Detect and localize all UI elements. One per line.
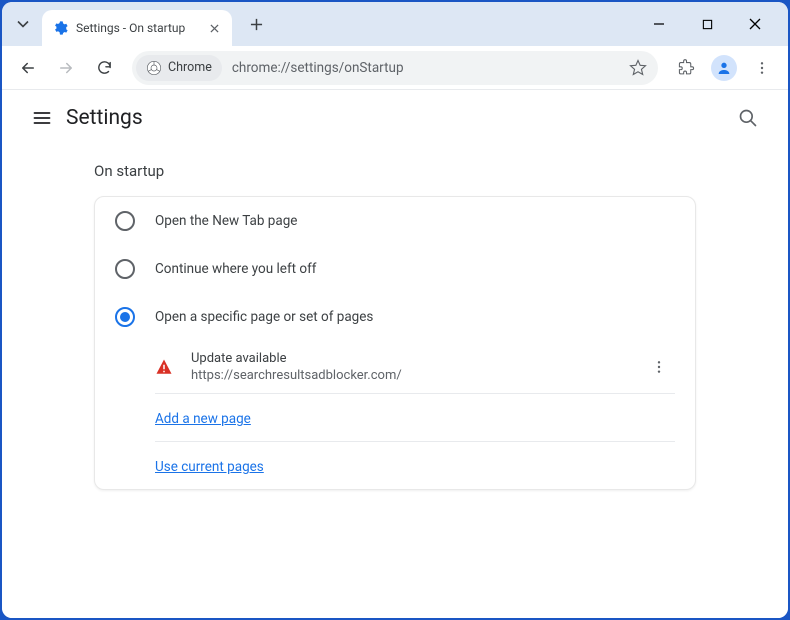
tab-close-button[interactable] — [206, 20, 222, 36]
site-chip-label: Chrome — [168, 60, 212, 75]
minimize-icon — [653, 18, 665, 30]
radio-icon — [115, 211, 135, 231]
startup-page-entry: Update available https://searchresultsad… — [95, 341, 695, 393]
plus-icon — [250, 18, 263, 31]
search-icon — [738, 108, 758, 128]
radio-icon — [115, 307, 135, 327]
profile-button[interactable] — [708, 52, 740, 84]
settings-content: On startup Open the New Tab page Continu… — [2, 146, 788, 618]
menu-button[interactable] — [22, 98, 62, 138]
new-tab-button[interactable] — [242, 10, 270, 38]
window-controls — [644, 9, 780, 39]
option-label: Open a specific page or set of pages — [155, 309, 373, 325]
use-current-link[interactable]: Use current pages — [155, 459, 264, 475]
arrow-right-icon — [57, 59, 75, 77]
chrome-menu-button[interactable] — [746, 52, 778, 84]
close-icon — [749, 18, 761, 30]
page-entry-menu-button[interactable] — [643, 351, 675, 383]
option-label: Continue where you left off — [155, 261, 317, 277]
startup-card: Open the New Tab page Continue where you… — [94, 196, 696, 490]
url-text: chrome://settings/onStartup — [232, 60, 624, 76]
maximize-button[interactable] — [692, 9, 722, 39]
option-new-tab[interactable]: Open the New Tab page — [95, 197, 695, 245]
settings-header: Settings — [2, 90, 788, 146]
hamburger-icon — [32, 108, 52, 128]
section-heading: On startup — [2, 162, 788, 196]
option-continue[interactable]: Continue where you left off — [95, 245, 695, 293]
browser-toolbar: Chrome chrome://settings/onStartup — [2, 46, 788, 90]
page-entry-title: Update available — [191, 351, 643, 366]
bookmark-button[interactable] — [624, 54, 652, 82]
close-icon — [210, 24, 219, 33]
reload-button[interactable] — [88, 52, 120, 84]
tab-search-dropdown[interactable] — [10, 11, 36, 37]
radio-icon — [115, 259, 135, 279]
page-entry-url: https://searchresultsadblocker.com/ — [191, 368, 643, 383]
titlebar: Settings - On startup — [2, 2, 788, 46]
add-page-row: Add a new page — [95, 394, 695, 441]
chrome-icon — [146, 60, 162, 76]
address-bar[interactable]: Chrome chrome://settings/onStartup — [132, 51, 658, 85]
page-info: Update available https://searchresultsad… — [191, 351, 643, 383]
puzzle-icon — [678, 59, 695, 76]
dots-vertical-icon — [754, 60, 770, 76]
star-icon — [629, 59, 647, 77]
search-settings-button[interactable] — [728, 98, 768, 138]
minimize-button[interactable] — [644, 9, 674, 39]
person-icon — [716, 60, 732, 76]
option-label: Open the New Tab page — [155, 213, 297, 229]
gear-icon — [52, 20, 68, 36]
avatar — [711, 55, 737, 81]
dots-vertical-icon — [651, 359, 667, 375]
back-button[interactable] — [12, 52, 44, 84]
option-specific-pages[interactable]: Open a specific page or set of pages — [95, 293, 695, 341]
tab-title: Settings - On startup — [76, 21, 198, 35]
close-window-button[interactable] — [740, 9, 770, 39]
site-chip[interactable]: Chrome — [136, 55, 222, 81]
page-title: Settings — [66, 106, 143, 130]
arrow-left-icon — [19, 59, 37, 77]
add-page-link[interactable]: Add a new page — [155, 411, 251, 427]
reload-icon — [96, 59, 113, 76]
warning-icon — [155, 358, 173, 376]
use-current-row: Use current pages — [95, 442, 695, 489]
browser-tab[interactable]: Settings - On startup — [42, 10, 232, 46]
chevron-down-icon — [17, 18, 29, 30]
maximize-icon — [702, 19, 713, 30]
forward-button[interactable] — [50, 52, 82, 84]
extensions-button[interactable] — [670, 52, 702, 84]
